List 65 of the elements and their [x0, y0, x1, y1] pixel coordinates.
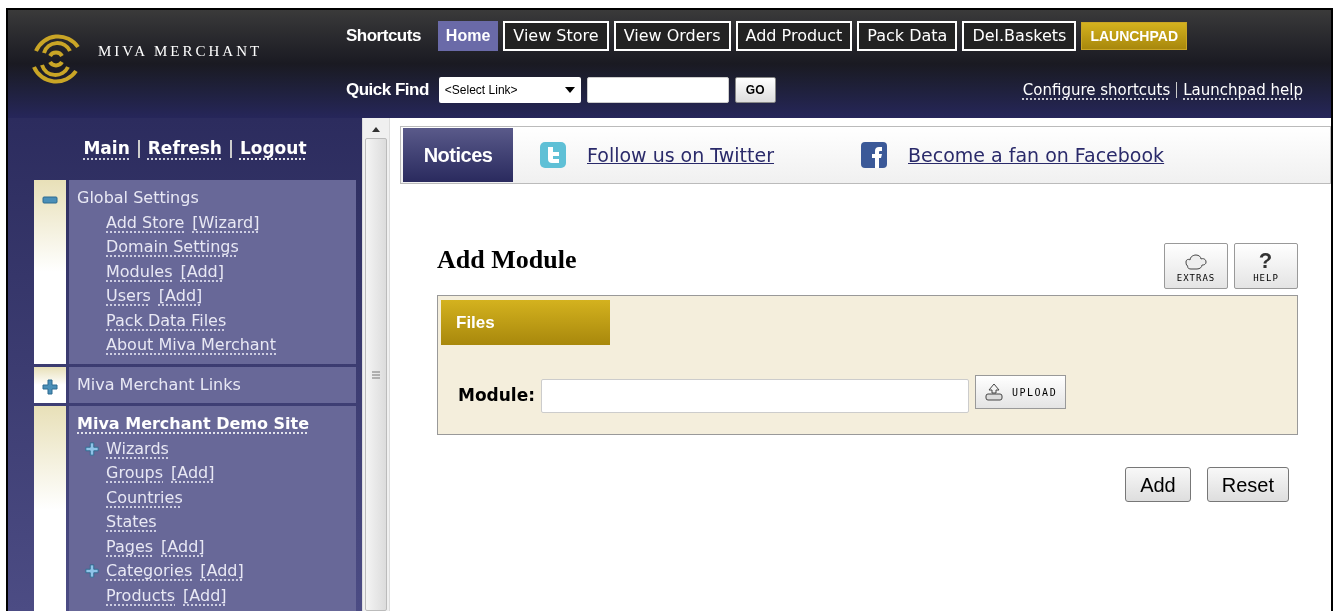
expand-icon[interactable] [84, 564, 99, 579]
upload-tray-icon [984, 382, 1005, 402]
link-dropdown[interactable]: <Select Link> [438, 77, 581, 103]
notices-label: Notices [403, 128, 513, 182]
shortcut-tab[interactable]: Add Product [735, 21, 853, 51]
expand-icon[interactable] [84, 441, 99, 456]
social-link[interactable]: Become a fan on Facebook [908, 140, 1165, 170]
shortcuts-label: Shortcuts [346, 25, 421, 48]
sidebar-link[interactable]: Add Store [106, 210, 185, 235]
tool-label: HELP [1253, 271, 1279, 285]
sidebar-extra-link[interactable]: [Add] [200, 559, 244, 584]
extras-button[interactable]: EXTRAS [1164, 243, 1228, 289]
expand-icon[interactable] [42, 378, 58, 395]
sidebar-link[interactable]: Pack Data Files [106, 308, 227, 333]
sidebar-link[interactable]: Domain Settings [106, 235, 239, 260]
page-title: Add Module [437, 244, 577, 276]
help-button[interactable]: ? HELP [1234, 243, 1298, 289]
group-title[interactable]: Miva Merchant Demo Site [77, 414, 310, 433]
sidebar-link[interactable]: About Miva Merchant [106, 333, 277, 358]
go-button[interactable]: GO [734, 77, 776, 103]
shortcut-tab[interactable]: View Orders [613, 21, 731, 51]
brand-name: MIVA MERCHANT [98, 41, 263, 61]
sidebar-link[interactable]: Products [106, 583, 176, 608]
sidebar-extra-link[interactable]: [Add] [171, 461, 215, 486]
sidebar-extra-link[interactable]: [Wizard] [192, 210, 260, 235]
module-input[interactable] [541, 379, 970, 413]
shortcut-tab[interactable]: Home [437, 21, 499, 51]
sidebar-link[interactable]: Wizards [106, 436, 169, 461]
add-button[interactable]: Add [1125, 467, 1191, 502]
scroll-thumb[interactable] [365, 138, 387, 611]
quick-find-input[interactable] [586, 77, 729, 103]
header-link[interactable]: Configure shortcuts [1022, 78, 1171, 102]
upload-button[interactable]: UPLOAD [975, 375, 1067, 409]
tool-label: EXTRAS [1176, 271, 1216, 285]
module-label: Module: [458, 384, 536, 408]
sidebar-link[interactable]: Countries [106, 485, 183, 510]
sidebar-extra-link[interactable]: [Add] [161, 534, 205, 559]
sidebar-link[interactable]: Groups [106, 461, 164, 486]
sidebar-extra-link[interactable]: [Add] [158, 284, 203, 309]
shortcut-tab[interactable]: Del.Baskets [962, 21, 1077, 51]
sidebar-link[interactable]: Modules [106, 259, 173, 284]
sidebar-top-link[interactable]: Main [83, 136, 130, 162]
dropdown-arrow-icon [564, 87, 575, 93]
grip-icon [372, 370, 380, 379]
shortcut-tab[interactable]: Pack Data [857, 21, 958, 51]
sidebar-link[interactable]: Categories [106, 559, 193, 584]
launchpad-button[interactable]: LAUNCHPAD [1081, 22, 1187, 50]
question-mark: ? [1258, 249, 1274, 272]
reset-button[interactable]: Reset [1206, 467, 1289, 502]
facebook-icon [860, 141, 888, 169]
shortcut-tab[interactable]: View Store [503, 21, 609, 51]
bird-icon [539, 141, 567, 169]
scrollbar[interactable] [362, 118, 390, 611]
sidebar-link[interactable]: States [106, 510, 157, 535]
sidebar-extra-link[interactable]: [Add] [180, 259, 224, 284]
quick-find-label: Quick Find [346, 79, 429, 102]
sidebar-extra-link[interactable]: [Add] [183, 583, 227, 608]
sidebar-link[interactable]: Users [106, 284, 151, 309]
sidebar-top-link[interactable]: Refresh [147, 136, 222, 162]
group-title[interactable]: Global Settings [77, 188, 199, 207]
group-title[interactable]: Miva Merchant Links [77, 374, 241, 394]
header-link[interactable]: Launchpad help [1183, 78, 1303, 102]
sidebar-link[interactable]: Pages [106, 534, 154, 559]
social-link[interactable]: Follow us on Twitter [587, 140, 774, 170]
sidebar-top-link[interactable]: Logout [239, 136, 307, 162]
